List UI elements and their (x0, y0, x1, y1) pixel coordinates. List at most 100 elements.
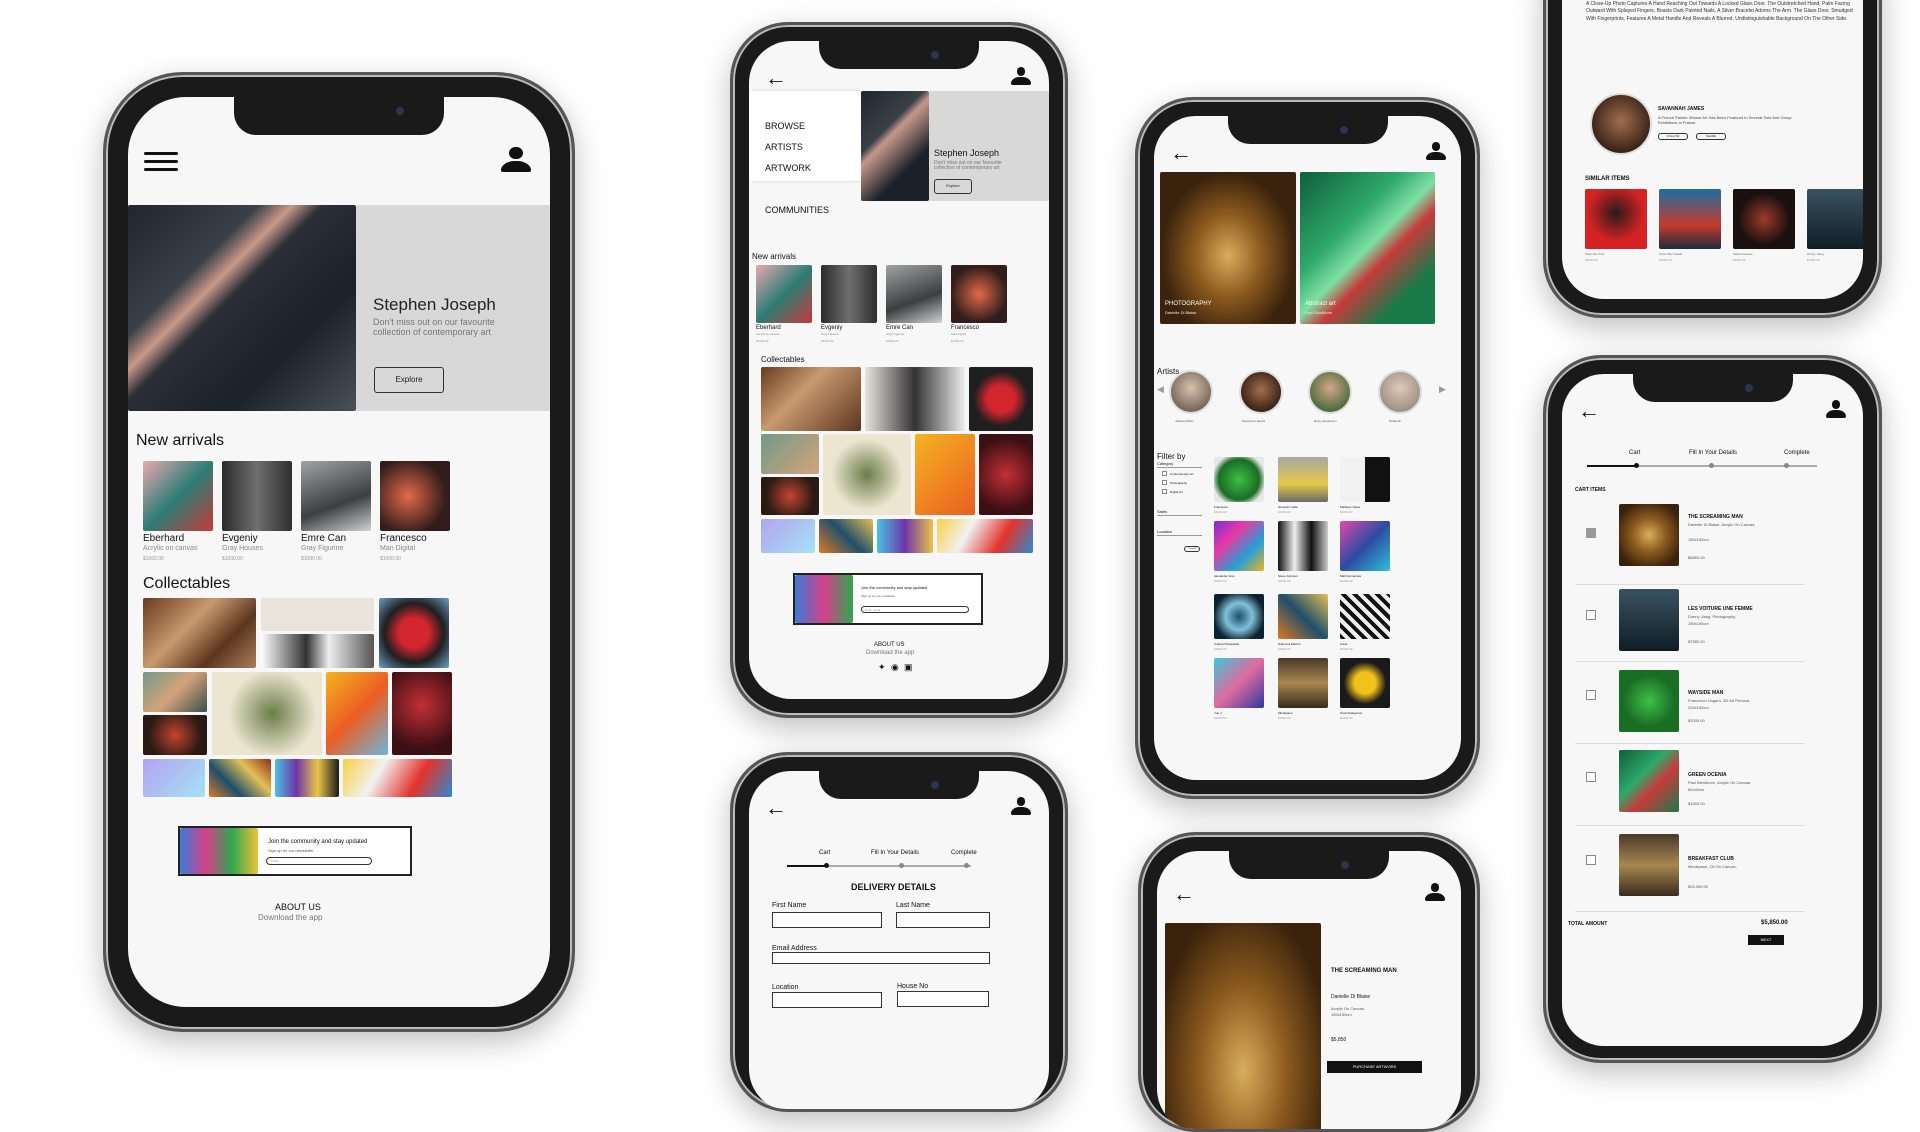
product-image[interactable] (1214, 457, 1264, 502)
product-image[interactable] (1340, 457, 1390, 502)
profile-icon[interactable] (1011, 67, 1031, 87)
arrival-image[interactable] (143, 461, 213, 531)
collectable-image[interactable] (819, 519, 873, 553)
item-checkbox[interactable] (1586, 855, 1596, 865)
collectable-image[interactable] (209, 759, 271, 797)
next-button[interactable]: NEXT (1748, 935, 1784, 945)
item-checkbox[interactable] (1586, 690, 1596, 700)
filter-checkbox[interactable] (1162, 480, 1167, 485)
collectable-image[interactable] (761, 519, 815, 553)
collectable-image[interactable] (823, 434, 911, 515)
menu-item-browse[interactable]: BROWSE (765, 121, 805, 131)
arrival-image[interactable] (380, 461, 450, 531)
filter-checkbox[interactable] (1162, 489, 1167, 494)
arrival-image[interactable] (301, 461, 371, 531)
profile-icon[interactable] (1826, 400, 1846, 420)
location-filter[interactable]: Location (1157, 529, 1172, 534)
collectable-image[interactable] (761, 477, 819, 515)
share-button[interactable]: SHARE (1696, 133, 1726, 140)
filter-checkbox[interactable] (1162, 471, 1167, 476)
email-field[interactable] (772, 952, 990, 964)
last-name-field[interactable] (896, 912, 990, 928)
collectable-image[interactable] (865, 367, 965, 431)
follow-button[interactable]: FOLLOW (1658, 133, 1688, 140)
prev-artists-icon[interactable]: ◀ (1157, 384, 1164, 395)
collectable-image[interactable] (379, 598, 449, 668)
email-input[interactable]: Email (266, 857, 372, 865)
clear-all-button[interactable]: Clear All (1184, 546, 1200, 552)
next-artists-icon[interactable]: ▶ (1439, 384, 1446, 395)
profile-icon[interactable] (1425, 883, 1445, 903)
product-image[interactable] (1278, 594, 1328, 639)
similar-item-image[interactable] (1733, 189, 1795, 249)
download-app-label[interactable]: Download the app (258, 913, 323, 922)
collectable-image[interactable] (261, 634, 374, 668)
about-us-label[interactable]: ABOUT US (275, 902, 321, 912)
collectable-image[interactable] (343, 759, 452, 797)
menu-item-communities[interactable]: COMMUNITIES (765, 205, 829, 215)
product-image[interactable] (1340, 658, 1390, 708)
arrival-image[interactable] (821, 265, 877, 323)
collectable-image[interactable] (392, 672, 452, 755)
product-image[interactable] (1278, 457, 1328, 502)
first-name-field[interactable] (772, 912, 882, 928)
email-input[interactable]: Enter email (861, 606, 969, 613)
arrival-image[interactable] (756, 265, 812, 323)
item-checkbox[interactable] (1586, 772, 1596, 782)
cart-item-image[interactable] (1619, 589, 1679, 651)
product-image[interactable] (1278, 521, 1328, 571)
product-image[interactable] (1340, 594, 1390, 639)
arrival-image[interactable] (222, 461, 292, 531)
back-arrow-icon[interactable]: ← (1170, 142, 1192, 164)
house-no-field[interactable] (897, 991, 989, 1007)
menu-item-artists[interactable]: ARTISTS (765, 142, 803, 152)
about-us-label[interactable]: ABOUT US (874, 642, 905, 648)
purchase-button[interactable]: PURCHASE ARTWORK (1327, 1061, 1422, 1073)
cart-item-image[interactable] (1619, 504, 1679, 566)
explore-button[interactable]: Explore (374, 367, 444, 393)
collectable-image[interactable] (979, 434, 1033, 515)
collectable-image[interactable] (326, 672, 388, 755)
arrival-image[interactable] (951, 265, 1007, 323)
twitter-icon[interactable]: ✦ (878, 662, 886, 673)
collectable-image[interactable] (275, 759, 339, 797)
collectable-image[interactable] (969, 367, 1033, 431)
similar-item-image[interactable] (1659, 189, 1721, 249)
profile-icon[interactable] (1011, 797, 1031, 817)
menu-icon[interactable] (144, 147, 178, 176)
cart-item-image[interactable] (1619, 670, 1679, 732)
artist-avatar[interactable] (1308, 370, 1352, 414)
collectable-image[interactable] (761, 367, 861, 431)
collectable-image[interactable] (915, 434, 975, 515)
product-image[interactable] (1278, 658, 1328, 708)
collectable-image[interactable] (143, 715, 207, 755)
artist-avatar[interactable] (1378, 370, 1422, 414)
artist-avatar[interactable] (1239, 370, 1283, 414)
cart-item-image[interactable] (1619, 750, 1679, 812)
sales-filter[interactable]: Sales (1157, 509, 1167, 514)
collectable-image[interactable] (212, 672, 322, 755)
collectable-image[interactable] (143, 598, 256, 668)
profile-icon[interactable] (1426, 142, 1446, 162)
facebook-icon[interactable]: ◉ (891, 662, 899, 673)
back-arrow-icon[interactable]: ← (765, 67, 787, 89)
artist-avatar[interactable] (1169, 370, 1213, 414)
product-image[interactable] (1214, 521, 1264, 571)
profile-icon[interactable] (501, 147, 531, 175)
download-app-label[interactable]: Download the app (866, 650, 914, 656)
cart-item-image[interactable] (1619, 834, 1679, 896)
collectable-image[interactable] (877, 519, 933, 553)
item-checkbox[interactable] (1586, 528, 1596, 538)
collectable-image[interactable] (143, 672, 207, 712)
collectable-image[interactable] (937, 519, 1033, 553)
arrival-image[interactable] (886, 265, 942, 323)
collectable-image[interactable] (761, 434, 819, 474)
similar-item-image[interactable] (1585, 189, 1647, 249)
collectable-image[interactable] (143, 759, 205, 797)
explore-button[interactable]: Explore (934, 179, 972, 194)
product-image[interactable] (1340, 521, 1390, 571)
artist-photo[interactable] (1590, 93, 1652, 155)
back-arrow-icon[interactable]: ← (765, 797, 787, 819)
collectable-image[interactable] (261, 598, 374, 631)
back-arrow-icon[interactable]: ← (1578, 400, 1600, 422)
